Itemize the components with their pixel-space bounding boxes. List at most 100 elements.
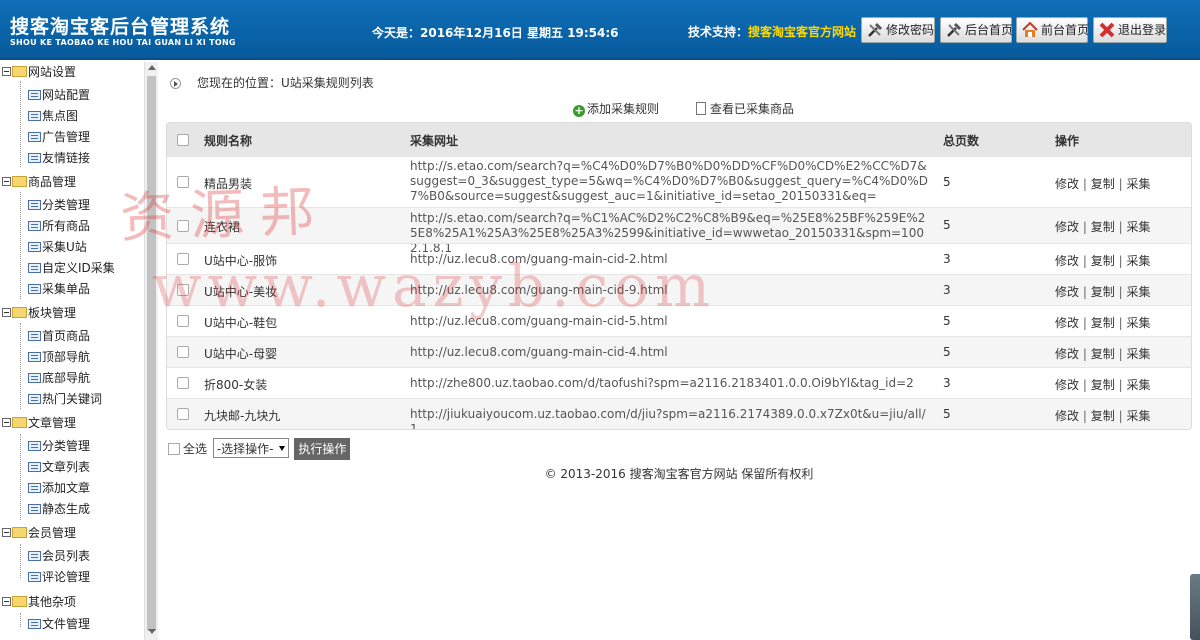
row-checkbox[interactable] bbox=[177, 220, 189, 232]
separator: | bbox=[1118, 347, 1123, 361]
collect-link[interactable]: 采集 bbox=[1126, 177, 1150, 191]
copy-link[interactable]: 复制 bbox=[1091, 316, 1115, 330]
copy-link[interactable]: 复制 bbox=[1091, 254, 1115, 268]
tree-connector bbox=[20, 544, 21, 578]
official-site-link[interactable]: 搜客淘宝客官方网站 bbox=[748, 25, 856, 39]
edit-link[interactable]: 修改 bbox=[1055, 316, 1079, 330]
current-datetime: 今天是：2016年12月16日 星期五 19:54:6 bbox=[372, 26, 619, 40]
sidebar-item-ads[interactable]: 广告管理 bbox=[28, 127, 90, 147]
row-checkbox[interactable] bbox=[177, 284, 189, 296]
collect-link[interactable]: 采集 bbox=[1126, 316, 1150, 330]
collect-link[interactable]: 采集 bbox=[1126, 285, 1150, 299]
row-actions: 修改 | 复制 | 采集 bbox=[1055, 376, 1150, 393]
row-actions: 修改 | 复制 | 采集 bbox=[1055, 407, 1150, 424]
sidebar-item-collect-ustation[interactable]: 采集U站 bbox=[28, 237, 87, 257]
sidebar-group-site-settings[interactable]: 网站设置 bbox=[2, 62, 76, 82]
execute-button[interactable]: 执行操作 bbox=[294, 438, 351, 460]
sidebar-item-categories[interactable]: 分类管理 bbox=[28, 195, 90, 215]
page-icon bbox=[28, 221, 41, 231]
table-row: U站中心-服饰 http://uz.lecu8.com/guang-main-c… bbox=[167, 243, 1191, 274]
page-icon bbox=[28, 462, 41, 472]
view-collected-link[interactable]: 查看已采集商品 bbox=[696, 100, 794, 117]
edit-link[interactable]: 修改 bbox=[1055, 347, 1079, 361]
sidebar-group-misc[interactable]: 其他杂项 bbox=[2, 592, 76, 612]
sidebar-item-label: 热门关键词 bbox=[42, 392, 103, 406]
copy-link[interactable]: 复制 bbox=[1091, 347, 1115, 361]
sidebar-group-blocks[interactable]: 板块管理 bbox=[2, 303, 76, 323]
logout-button[interactable]: 退出登录 bbox=[1093, 17, 1167, 43]
row-checkbox[interactable] bbox=[177, 176, 189, 188]
page-icon bbox=[28, 441, 41, 451]
sidebar-group-label: 商品管理 bbox=[28, 175, 77, 189]
collapse-icon[interactable] bbox=[2, 67, 11, 76]
table-row: 连衣裙 http://s.etao.com/search?q=%C1%AC%D2… bbox=[167, 207, 1191, 255]
sidebar-group-articles[interactable]: 文章管理 bbox=[2, 413, 76, 433]
breadcrumb: 您现在的位置：U站采集规则列表 bbox=[170, 74, 374, 91]
edit-link[interactable]: 修改 bbox=[1055, 378, 1079, 392]
folder-icon bbox=[12, 527, 27, 538]
change-password-button[interactable]: 修改密码 bbox=[861, 17, 935, 43]
sidebar-item-bottom-nav[interactable]: 底部导航 bbox=[28, 368, 90, 388]
copy-link[interactable]: 复制 bbox=[1091, 285, 1115, 299]
copy-link[interactable]: 复制 bbox=[1091, 409, 1115, 423]
edit-link[interactable]: 修改 bbox=[1055, 177, 1079, 191]
logout-label: 退出登录 bbox=[1118, 23, 1167, 37]
page-icon bbox=[28, 331, 41, 341]
sidebar-item-article-list[interactable]: 文章列表 bbox=[28, 457, 90, 477]
row-checkbox[interactable] bbox=[177, 315, 189, 327]
collect-link[interactable]: 采集 bbox=[1126, 409, 1150, 423]
sidebar-scrollbar[interactable] bbox=[144, 62, 158, 640]
header-checkbox[interactable] bbox=[177, 134, 189, 146]
side-panel-handle[interactable] bbox=[1190, 574, 1200, 640]
row-checkbox[interactable] bbox=[177, 346, 189, 358]
sidebar-item-hot-keywords[interactable]: 热门关键词 bbox=[28, 389, 102, 409]
frontend-home-button[interactable]: 前台首页 bbox=[1016, 17, 1089, 43]
sidebar-item-comments[interactable]: 评论管理 bbox=[28, 567, 90, 587]
sidebar-item-top-nav[interactable]: 顶部导航 bbox=[28, 347, 90, 367]
collapse-icon[interactable] bbox=[2, 308, 11, 317]
collapse-icon[interactable] bbox=[2, 177, 11, 186]
sidebar-item-friend-links[interactable]: 友情链接 bbox=[28, 148, 90, 168]
row-checkbox[interactable] bbox=[177, 377, 189, 389]
copy-link[interactable]: 复制 bbox=[1091, 220, 1115, 234]
rule-pages: 5 bbox=[943, 175, 951, 189]
sidebar-item-collect-single[interactable]: 采集单品 bbox=[28, 279, 90, 299]
sidebar-item-focus-image[interactable]: 焦点图 bbox=[28, 106, 78, 126]
collect-link[interactable]: 采集 bbox=[1126, 254, 1150, 268]
sidebar-item-file-manager[interactable]: 文件管理 bbox=[28, 614, 90, 634]
collapse-icon[interactable] bbox=[2, 597, 11, 606]
edit-link[interactable]: 修改 bbox=[1055, 285, 1079, 299]
sidebar-item-custom-id-collect[interactable]: 自定义ID采集 bbox=[28, 258, 115, 278]
sidebar-item-static-generate[interactable]: 静态生成 bbox=[28, 499, 90, 519]
edit-link[interactable]: 修改 bbox=[1055, 220, 1079, 234]
sidebar-item-member-list[interactable]: 会员列表 bbox=[28, 546, 90, 566]
admin-home-button[interactable]: 后台首页 bbox=[940, 17, 1013, 43]
row-checkbox[interactable] bbox=[177, 253, 189, 265]
collect-link[interactable]: 采集 bbox=[1126, 347, 1150, 361]
edit-link[interactable]: 修改 bbox=[1055, 254, 1079, 268]
collect-link[interactable]: 采集 bbox=[1126, 220, 1150, 234]
sidebar-group-products[interactable]: 商品管理 bbox=[2, 172, 76, 192]
scroll-up-icon[interactable] bbox=[148, 65, 156, 70]
sidebar-item-site-config[interactable]: 网站配置 bbox=[28, 85, 90, 105]
sidebar-item-label: 文章列表 bbox=[42, 460, 91, 474]
sidebar-item-all-products[interactable]: 所有商品 bbox=[28, 216, 90, 236]
sidebar-group-members[interactable]: 会员管理 bbox=[2, 523, 76, 543]
copy-link[interactable]: 复制 bbox=[1091, 378, 1115, 392]
scroll-down-icon[interactable] bbox=[148, 629, 156, 634]
add-rule-link[interactable]: + 添加采集规则 bbox=[573, 100, 659, 117]
sidebar-item-home-products[interactable]: 首页商品 bbox=[28, 326, 90, 346]
copy-link[interactable]: 复制 bbox=[1091, 177, 1115, 191]
scroll-thumb[interactable] bbox=[147, 76, 156, 631]
row-checkbox[interactable] bbox=[177, 408, 189, 420]
collapse-icon[interactable] bbox=[2, 528, 11, 537]
sidebar-group-label: 文章管理 bbox=[28, 416, 77, 430]
sidebar-item-article-categories[interactable]: 分类管理 bbox=[28, 436, 90, 456]
collect-link[interactable]: 采集 bbox=[1126, 378, 1150, 392]
separator: | bbox=[1082, 177, 1087, 191]
select-all-checkbox[interactable] bbox=[168, 443, 180, 455]
collapse-icon[interactable] bbox=[2, 418, 11, 427]
edit-link[interactable]: 修改 bbox=[1055, 409, 1079, 423]
sidebar-item-add-article[interactable]: 添加文章 bbox=[28, 478, 90, 498]
operation-select[interactable]: -选择操作- bbox=[212, 438, 289, 458]
